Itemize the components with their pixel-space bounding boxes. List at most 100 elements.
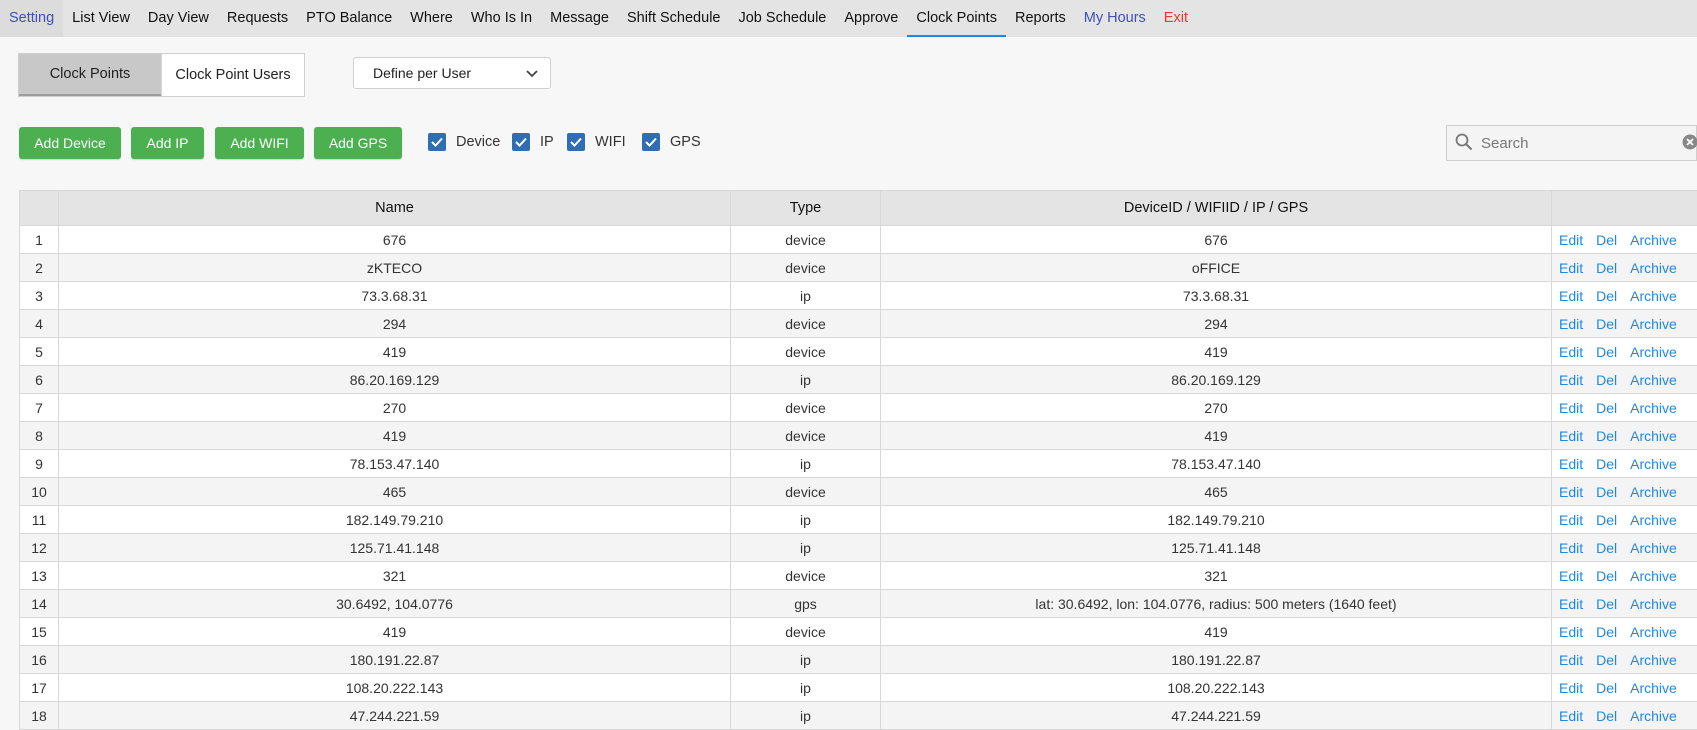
delete-link[interactable]: Del (1596, 260, 1617, 276)
archive-link[interactable]: Archive (1630, 652, 1677, 668)
delete-link[interactable]: Del (1596, 512, 1617, 528)
table-row: 11182.149.79.210ip182.149.79.210EditDelA… (20, 506, 1697, 534)
edit-link[interactable]: Edit (1559, 624, 1583, 640)
column-header-name[interactable]: Name (59, 191, 731, 226)
delete-link[interactable]: Del (1596, 540, 1617, 556)
identifier-cell: 125.71.41.148 (881, 534, 1552, 562)
delete-link[interactable]: Del (1596, 652, 1617, 668)
nav-item-who-is-in[interactable]: Who Is In (462, 0, 541, 37)
clock-point-users-tab[interactable]: Clock Point Users (161, 54, 304, 96)
edit-link[interactable]: Edit (1559, 260, 1583, 276)
actions-cell: Edit Del Archive (1552, 338, 1697, 366)
edit-link[interactable]: Edit (1559, 232, 1583, 248)
define-mode-select[interactable]: Define per User (353, 57, 551, 89)
nav-item-message[interactable]: Message (541, 0, 618, 37)
clear-icon[interactable] (1682, 134, 1697, 153)
edit-link[interactable]: Edit (1559, 316, 1583, 332)
delete-link[interactable]: Del (1596, 596, 1617, 612)
archive-link[interactable]: Archive (1630, 568, 1677, 584)
archive-link[interactable]: Archive (1630, 288, 1677, 304)
archive-link[interactable]: Archive (1630, 400, 1677, 416)
delete-link[interactable]: Del (1596, 344, 1617, 360)
nav-item-shift-schedule[interactable]: Shift Schedule (618, 0, 730, 37)
edit-link[interactable]: Edit (1559, 484, 1583, 500)
nav-item-where[interactable]: Where (401, 0, 462, 37)
nav-item-list-view[interactable]: List View (63, 0, 139, 37)
delete-link[interactable]: Del (1596, 568, 1617, 584)
table-row: 2zKTECOdeviceoFFICEEditDelArchive (20, 254, 1697, 282)
add-wifi-button[interactable]: Add WIFI (215, 127, 304, 159)
nav-item-reports[interactable]: Reports (1006, 0, 1075, 37)
delete-link[interactable]: Del (1596, 624, 1617, 640)
edit-link[interactable]: Edit (1559, 568, 1583, 584)
add-device-button[interactable]: Add Device (19, 127, 121, 159)
edit-link[interactable]: Edit (1559, 680, 1583, 696)
edit-link[interactable]: Edit (1559, 428, 1583, 444)
add-ip-button[interactable]: Add IP (131, 127, 204, 159)
archive-link[interactable]: Archive (1630, 596, 1677, 612)
nav-item-my-hours[interactable]: My Hours (1075, 0, 1155, 37)
nav-item-clock-points[interactable]: Clock Points (907, 0, 1006, 37)
edit-link[interactable]: Edit (1559, 708, 1583, 724)
delete-link[interactable]: Del (1596, 680, 1617, 696)
table-row: 15419device419EditDelArchive (20, 618, 1697, 646)
column-header-type[interactable]: Type (731, 191, 881, 226)
edit-link[interactable]: Edit (1559, 372, 1583, 388)
archive-link[interactable]: Archive (1630, 680, 1677, 696)
edit-link[interactable]: Edit (1559, 456, 1583, 472)
edit-link[interactable]: Edit (1559, 400, 1583, 416)
wifi-filter-checkbox[interactable]: WIFI (567, 133, 626, 151)
clock-points-tab[interactable]: Clock Points (19, 54, 161, 96)
actions-cell: Edit Del Archive (1552, 254, 1697, 282)
archive-link[interactable]: Archive (1630, 372, 1677, 388)
row-number-cell: 13 (20, 562, 59, 590)
add-gps-button[interactable]: Add GPS (314, 127, 402, 159)
nav-item-exit[interactable]: Exit (1155, 0, 1197, 37)
gps-filter-checkbox[interactable]: GPS (642, 133, 701, 151)
archive-link[interactable]: Archive (1630, 456, 1677, 472)
table-row: 1430.6492, 104.0776gpslat: 30.6492, lon:… (20, 590, 1697, 618)
edit-link[interactable]: Edit (1559, 344, 1583, 360)
row-number-cell: 9 (20, 450, 59, 478)
delete-link[interactable]: Del (1596, 372, 1617, 388)
column-header-identifier[interactable]: DeviceID / WIFIID / IP / GPS (881, 191, 1552, 226)
nav-item-day-view[interactable]: Day View (139, 0, 218, 37)
delete-link[interactable]: Del (1596, 232, 1617, 248)
delete-link[interactable]: Del (1596, 316, 1617, 332)
type-cell: device (731, 254, 881, 282)
archive-link[interactable]: Archive (1630, 260, 1677, 276)
archive-link[interactable]: Archive (1630, 428, 1677, 444)
row-number-cell: 14 (20, 590, 59, 618)
archive-link[interactable]: Archive (1630, 708, 1677, 724)
nav-item-setting[interactable]: Setting (0, 0, 63, 37)
table-row: 16180.191.22.87ip180.191.22.87EditDelArc… (20, 646, 1697, 674)
ip-filter-checkbox[interactable]: IP (512, 133, 554, 151)
delete-link[interactable]: Del (1596, 456, 1617, 472)
delete-link[interactable]: Del (1596, 708, 1617, 724)
nav-item-job-schedule[interactable]: Job Schedule (729, 0, 835, 37)
archive-link[interactable]: Archive (1630, 540, 1677, 556)
edit-link[interactable]: Edit (1559, 512, 1583, 528)
search-input[interactable] (1479, 134, 1682, 153)
delete-link[interactable]: Del (1596, 288, 1617, 304)
archive-link[interactable]: Archive (1630, 344, 1677, 360)
edit-link[interactable]: Edit (1559, 652, 1583, 668)
delete-link[interactable]: Del (1596, 400, 1617, 416)
edit-link[interactable]: Edit (1559, 288, 1583, 304)
row-number-cell: 17 (20, 674, 59, 702)
delete-link[interactable]: Del (1596, 484, 1617, 500)
archive-link[interactable]: Archive (1630, 484, 1677, 500)
device-filter-checkbox[interactable]: Device (428, 133, 500, 151)
nav-item-requests[interactable]: Requests (218, 0, 297, 37)
archive-link[interactable]: Archive (1630, 512, 1677, 528)
delete-link[interactable]: Del (1596, 428, 1617, 444)
archive-link[interactable]: Archive (1630, 232, 1677, 248)
archive-link[interactable]: Archive (1630, 624, 1677, 640)
edit-link[interactable]: Edit (1559, 596, 1583, 612)
identifier-cell: 108.20.222.143 (881, 674, 1552, 702)
edit-link[interactable]: Edit (1559, 540, 1583, 556)
archive-link[interactable]: Archive (1630, 316, 1677, 332)
nav-item-approve[interactable]: Approve (835, 0, 907, 37)
nav-item-pto-balance[interactable]: PTO Balance (297, 0, 401, 37)
actions-cell: Edit Del Archive (1552, 422, 1697, 450)
